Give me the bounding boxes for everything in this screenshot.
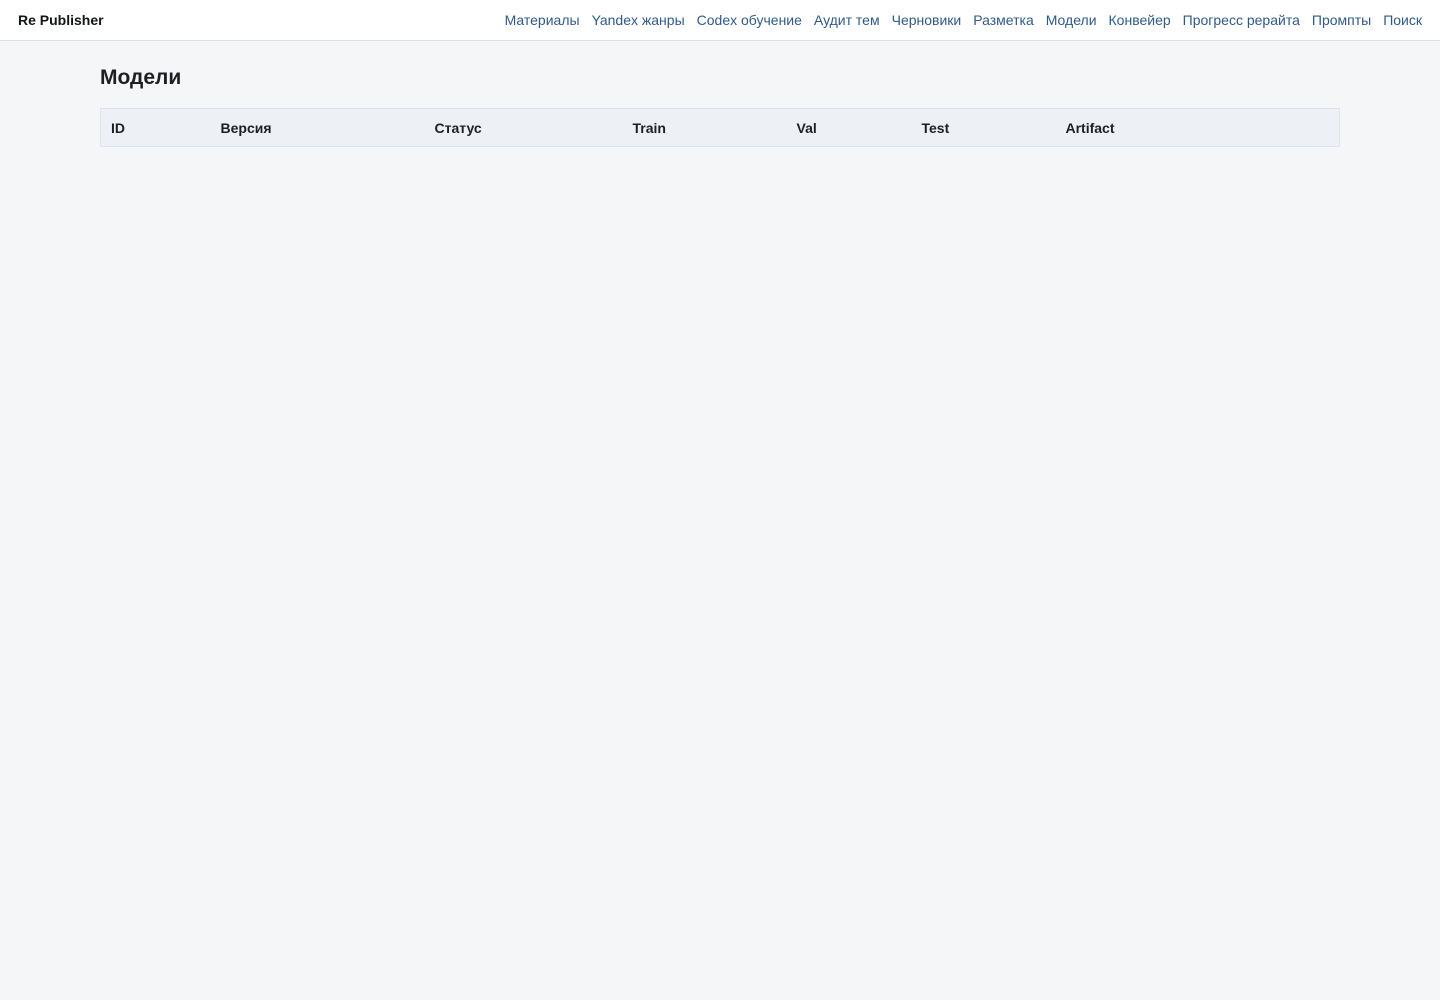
main-content: Модели ID Версия Статус Train Val Test A… <box>0 41 1440 147</box>
column-header-train: Train <box>632 119 666 136</box>
nav-link-materials[interactable]: Материалы <box>505 12 580 28</box>
nav-link-prompts[interactable]: Промпты <box>1312 12 1371 28</box>
table-header-row: ID Версия Статус Train Val Test Artifact <box>100 108 1340 147</box>
column-header-val: Val <box>796 119 817 136</box>
nav-link-topic-audit[interactable]: Аудит тем <box>814 12 880 28</box>
nav-link-rewrite-progress[interactable]: Прогресс рерайта <box>1183 12 1300 28</box>
column-header-status: Статус <box>434 119 482 136</box>
main-nav: Материалы Yandex жанры Codex обучение Ау… <box>505 12 1422 28</box>
nav-link-models[interactable]: Модели <box>1046 12 1097 28</box>
models-table: ID Версия Статус Train Val Test Artifact <box>100 108 1340 147</box>
nav-link-search[interactable]: Поиск <box>1383 12 1422 28</box>
top-navbar: Re Publisher Материалы Yandex жанры Code… <box>0 0 1440 41</box>
column-header-version: Версия <box>220 119 272 136</box>
column-header-test: Test <box>921 119 950 136</box>
brand-logo-text[interactable]: Re Publisher <box>18 12 104 28</box>
nav-link-pipeline[interactable]: Конвейер <box>1109 12 1171 28</box>
nav-link-drafts[interactable]: Черновики <box>892 12 962 28</box>
nav-link-markup[interactable]: Разметка <box>973 12 1034 28</box>
nav-link-yandex-genres[interactable]: Yandex жанры <box>592 12 685 28</box>
page-title: Модели <box>100 66 182 89</box>
nav-link-codex-training[interactable]: Codex обучение <box>697 12 802 28</box>
models-table-header: ID Версия Статус Train Val Test Artifact <box>100 108 1340 147</box>
column-header-artifact: Artifact <box>1065 119 1115 136</box>
column-header-id: ID <box>111 119 125 136</box>
